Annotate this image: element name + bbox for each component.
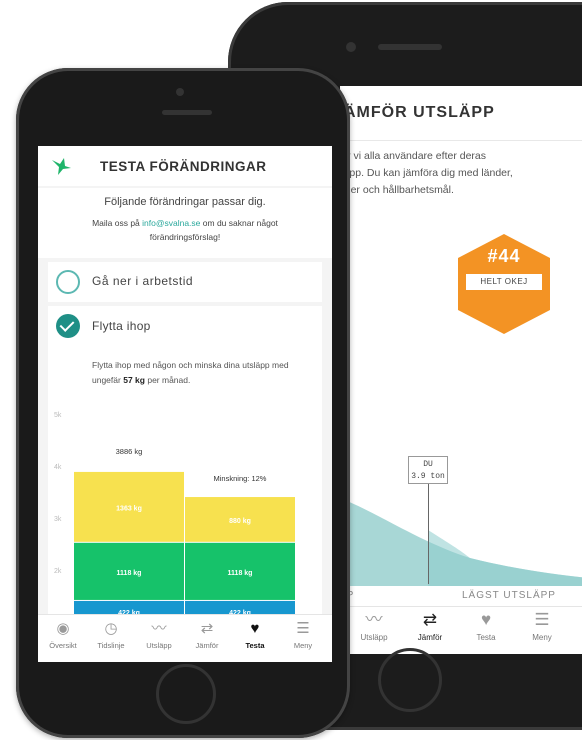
option-label: Flytta ihop [92,319,151,333]
nav-testa[interactable]: ♥ Testa [460,607,512,642]
trend-icon: 〰 [365,610,383,629]
compare-icon: ⇄ [422,610,438,629]
nav-utslapp[interactable]: 〰 Utsläpp [348,607,400,642]
nav-utslapp[interactable]: 〰 Utsläpp [136,617,182,650]
nav-label: Meny [293,641,313,650]
nav-label: Testa [245,641,265,650]
svalna-logo-icon [52,158,71,175]
test-changes-screen: TESTA FÖRÄNDRINGAR Följande förändringar… [38,146,332,662]
desc-value: 57 kg [123,375,145,385]
trend-icon: 〰 [151,620,167,637]
nav-tidslinje[interactable]: ◷ Tidslinje [88,617,134,650]
radio-unchecked[interactable] [56,270,80,294]
front-phone: TESTA FÖRÄNDRINGAR Följande förändringar… [16,68,350,738]
axis-label-right: LÄGST UTSLÄPP [462,590,556,601]
segment-data-label: 880 kg [229,518,251,525]
nav-label: Testa [476,633,496,642]
description-line: kar vi alla användare efter deras [340,150,486,162]
nav-meny[interactable]: ☰ Meny [516,607,568,642]
nav-label: Utsläpp [146,641,172,650]
nav-oversikt[interactable]: ◉ Översikt [40,617,86,650]
intro-line2: förändringsförslag! [149,232,221,242]
reduction-annotation: Minskning: 12% [214,474,267,483]
bottom-nav: 〰 Utsläpp ⇄ Jämför ♥ Testa ☰ Meny [340,606,582,654]
intro-small-text: Maila oss på info@svalna.se om du saknar… [38,216,332,244]
bottom-nav: ◉ Översikt ◷ Tidslinje 〰 Utsläpp ⇄ Jämfö… [38,614,332,662]
y-tick-label: 2k [54,568,62,575]
page-title: TESTA FÖRÄNDRINGAR [100,159,267,174]
nav-label: Översikt [49,641,77,650]
home-button [378,648,442,712]
intro-text: Följande förändringar passar dig. [104,196,266,208]
nav-meny[interactable]: ☰ Meny [280,617,326,650]
compare-description: kar vi alla användare efter deras släpp.… [340,148,546,199]
y-tick-label: 4k [54,464,62,471]
rank-number: #44 [487,246,521,266]
email-link[interactable]: info@svalna.se [142,218,200,228]
menu-icon: ☰ [296,620,310,637]
description-line: släpp. Du kan jämföra dig med länder, [340,167,513,179]
page-title: ÄMFÖR UTSLÄPP [344,104,495,121]
checkmark-icon [59,317,75,332]
user-marker-value: 3.9 ton [411,472,445,481]
camera [346,42,356,52]
option-description: Flytta ihop med någon och minska dina ut… [92,358,312,388]
description-line: täder och hållbarhetsmål. [340,184,454,196]
desc-suffix: per månad. [147,375,191,385]
nav-label: Jämför [417,633,443,642]
bar-total-label: 3886 kg [116,447,143,456]
segment-data-label: 1363 kg [116,505,142,512]
y-tick-label: 3k [54,516,62,523]
timeline-icon: ◷ [104,620,118,637]
menu-icon: ☰ [534,610,550,629]
camera [176,88,184,96]
y-tick-label: 5k [54,412,62,419]
nav-testa[interactable]: ♥ Testa [232,617,278,650]
intro-suffix: om du saknar något [202,218,278,228]
radio-checked[interactable] [56,314,80,338]
nav-label: Tidslinje [97,641,125,650]
intro-section: Följande förändringar passar dig. Maila … [38,188,332,258]
option-card-arbetstid[interactable]: Gå ner i arbetstid [48,262,322,302]
nav-jamfor[interactable]: ⇄ Jämför [404,607,456,642]
rank-label: HELT OKEJ [466,274,542,290]
user-marker-line [428,484,429,584]
segment-data-label: 1118 kg [228,570,253,577]
nav-jamfor[interactable]: ⇄ Jämför [184,617,230,650]
nav-label: Jämför [195,641,219,650]
app-header: TESTA FÖRÄNDRINGAR [38,146,332,186]
heart-icon: ♥ [480,610,492,629]
compare-screen: ÄMFÖR UTSLÄPP kar vi alla användare efte… [340,86,582,654]
segment-data-label: 1118 kg [117,570,142,577]
home-button [156,664,216,724]
speaker [378,44,442,50]
nav-label: Meny [532,633,552,642]
option-label: Gå ner i arbetstid [92,274,194,288]
speaker [162,110,212,115]
nav-label: Utsläpp [360,633,388,642]
user-marker-label: DU [423,460,433,469]
overview-icon: ◉ [56,620,70,637]
heart-icon: ♥ [250,620,260,637]
intro-prefix: Maila oss på [92,218,140,228]
distribution-area-chart [340,498,582,586]
user-marker: DU 3.9 ton [408,456,448,484]
option-card-flytta-ihop[interactable]: Flytta ihop Flytta ihop med någon och mi… [48,306,322,662]
compare-icon: ⇄ [200,620,214,637]
